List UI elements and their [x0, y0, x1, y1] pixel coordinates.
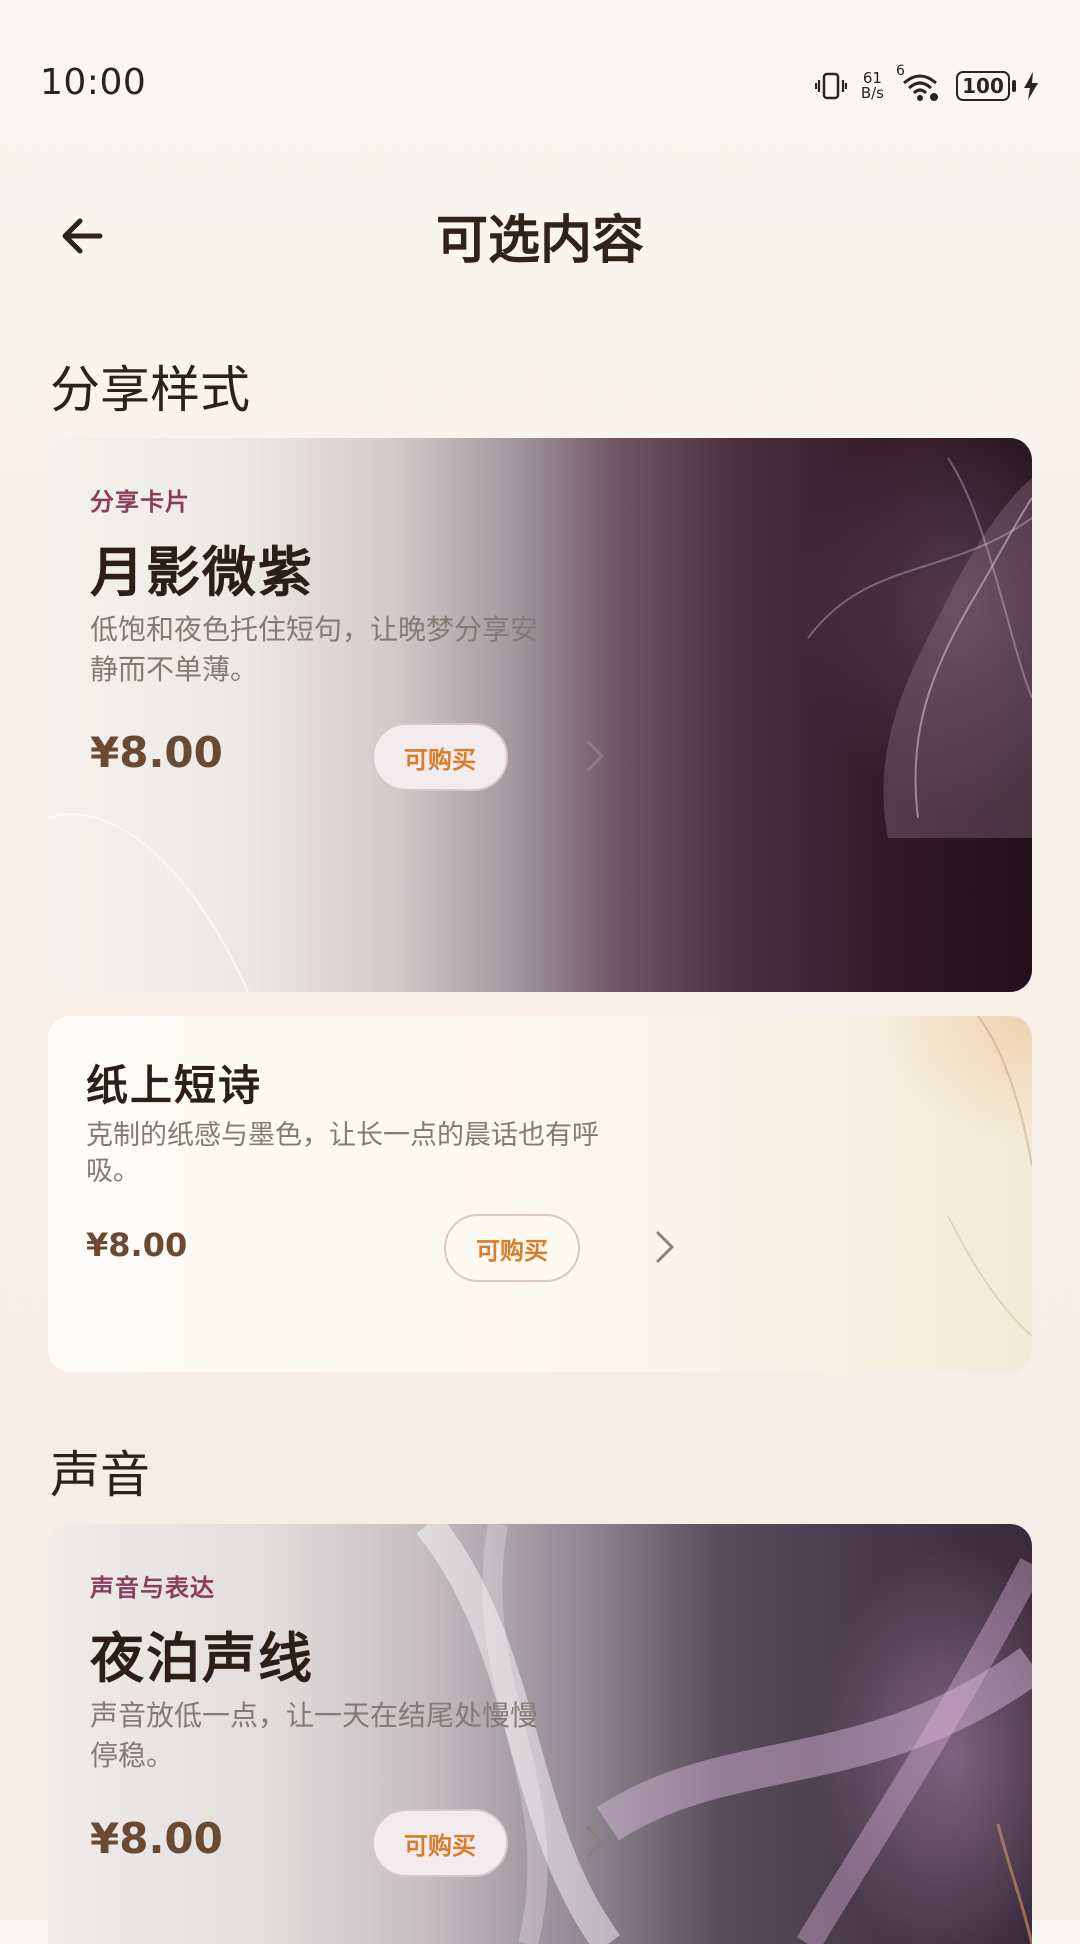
status-bar: 10:00 61 B/s 6 100 [0, 0, 1080, 170]
page-title: 可选内容 [435, 211, 644, 271]
status-icons: 61 B/s 6 100 [814, 63, 1040, 108]
charging-icon [1024, 72, 1038, 100]
vibrate-icon [814, 72, 847, 100]
buy-button[interactable]: 可购买 [444, 1214, 580, 1282]
card-price: ¥8.00 [90, 728, 223, 777]
card-price: ¥8.00 [90, 1814, 223, 1863]
section-title-sound: 声音 [50, 1446, 150, 1504]
chevron-right-icon[interactable] [574, 1822, 614, 1862]
buy-button[interactable]: 可购买 [372, 1809, 508, 1877]
card-yebo-shengxian[interactable]: 声音与表达 夜泊声线 声音放低一点，让一天在结尾处慢慢停稳。 ¥8.00 可购买 [48, 1524, 1032, 1944]
card-description: 声音放低一点，让一天在结尾处慢慢停稳。 [90, 1699, 539, 1772]
card-description: 克制的纸感与墨色，让长一点的晨话也有呼吸。 [86, 1120, 599, 1187]
wifi-icon: 6 [896, 63, 942, 103]
card-description: 低饱和夜色托住短句，让晚梦分享安静而不单薄。 [90, 613, 539, 686]
card-eyebrow: 声音与表达 [90, 1574, 215, 1602]
buy-button[interactable]: 可购买 [372, 723, 508, 791]
chevron-right-icon[interactable] [574, 736, 614, 776]
card-zhishang-duanshi[interactable]: 纸上短诗 克制的纸感与墨色，让长一点的晨话也有呼吸。 ¥8.00 可购买 [48, 1016, 1032, 1372]
net-speed-unit: B/s [860, 84, 884, 102]
section-title-share-style: 分享样式 [50, 361, 250, 419]
battery-level: 100 [956, 71, 1010, 101]
wifi-label: 6 [896, 63, 905, 79]
card-eyebrow: 分享卡片 [90, 488, 190, 516]
card-title: 月影微紫 [90, 541, 314, 604]
status-time: 10:00 [40, 62, 147, 103]
card-yueying-weizi[interactable]: 分享卡片 月影微紫 低饱和夜色托住短句，让晚梦分享安静而不单薄。 ¥8.00 可… [48, 438, 1032, 992]
card-title: 夜泊声线 [90, 1627, 314, 1690]
net-speed: 61 B/s [861, 71, 884, 101]
card-price: ¥8.00 [86, 1226, 188, 1264]
battery-tip [1012, 80, 1016, 92]
battery-icon: 100 [956, 71, 1040, 101]
card-title: 纸上短诗 [86, 1061, 263, 1110]
chevron-right-icon[interactable] [644, 1227, 684, 1267]
